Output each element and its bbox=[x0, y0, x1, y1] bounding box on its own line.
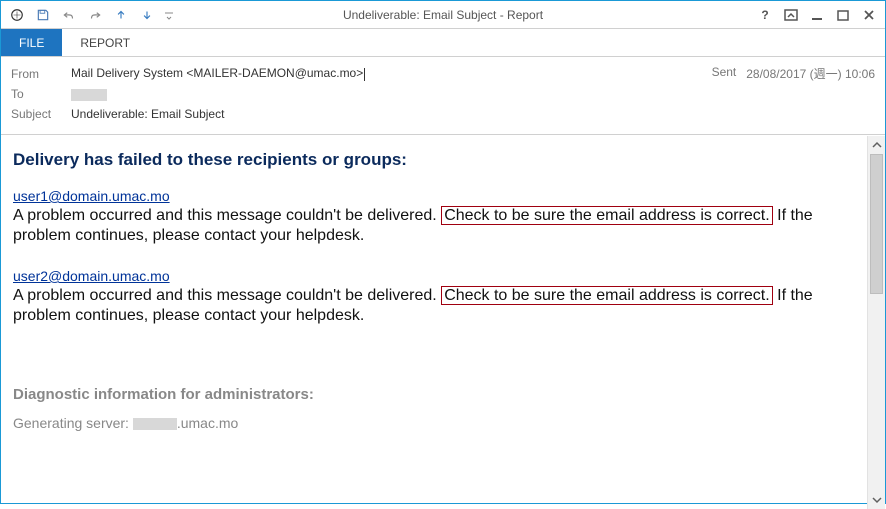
window-controls: ? bbox=[753, 5, 885, 25]
qat-customize-icon[interactable] bbox=[163, 5, 175, 25]
sent-value: 28/08/2017 (週一) 10:06 bbox=[746, 65, 875, 82]
help-icon[interactable]: ? bbox=[753, 5, 777, 25]
scroll-thumb[interactable] bbox=[870, 154, 883, 294]
recipient-block: user1@domain.umac.mo A problem occurred … bbox=[13, 188, 855, 246]
recipient-link[interactable]: user1@domain.umac.mo bbox=[13, 188, 170, 204]
to-label: To bbox=[11, 87, 71, 101]
save-icon[interactable] bbox=[33, 5, 53, 25]
delivery-failed-heading: Delivery has failed to these recipients … bbox=[13, 150, 855, 170]
undo-icon[interactable] bbox=[59, 5, 79, 25]
gen-server-suffix: .umac.mo bbox=[177, 415, 238, 431]
next-item-icon[interactable] bbox=[137, 5, 157, 25]
ribbon-collapse-icon[interactable] bbox=[779, 5, 803, 25]
scroll-track[interactable] bbox=[868, 154, 885, 491]
recipient-link[interactable]: user2@domain.umac.mo bbox=[13, 268, 170, 284]
msg-pre: A problem occurred and this message coul… bbox=[13, 207, 441, 224]
sent-label: Sent bbox=[712, 65, 737, 82]
message-header: From Mail Delivery System <MAILER-DAEMON… bbox=[1, 57, 885, 135]
gen-server-label: Generating server: bbox=[13, 415, 133, 431]
tab-file[interactable]: FILE bbox=[1, 29, 62, 56]
to-value bbox=[71, 87, 107, 101]
minimize-icon[interactable] bbox=[805, 5, 829, 25]
message-body: Delivery has failed to these recipients … bbox=[1, 136, 867, 509]
ribbon-tabs: FILE REPORT bbox=[1, 29, 885, 57]
title-bar: Undeliverable: Email Subject - Report ? bbox=[1, 1, 885, 29]
from-label: From bbox=[11, 67, 71, 81]
scroll-down-icon[interactable] bbox=[868, 491, 885, 509]
app-icon bbox=[7, 5, 27, 25]
prev-item-icon[interactable] bbox=[111, 5, 131, 25]
close-icon[interactable] bbox=[857, 5, 881, 25]
redacted-server bbox=[133, 418, 177, 430]
quick-access-toolbar bbox=[1, 5, 175, 25]
recipient-message: A problem occurred and this message coul… bbox=[13, 206, 855, 246]
subject-label: Subject bbox=[11, 107, 71, 121]
subject-value: Undeliverable: Email Subject bbox=[71, 107, 224, 121]
vertical-scrollbar[interactable] bbox=[867, 136, 885, 509]
recipient-message: A problem occurred and this message coul… bbox=[13, 286, 855, 326]
tab-report[interactable]: REPORT bbox=[62, 29, 148, 56]
maximize-icon[interactable] bbox=[831, 5, 855, 25]
scroll-up-icon[interactable] bbox=[868, 136, 885, 154]
text-cursor bbox=[364, 68, 365, 81]
recipient-block: user2@domain.umac.mo A problem occurred … bbox=[13, 268, 855, 326]
from-value: Mail Delivery System <MAILER-DAEMON@umac… bbox=[71, 66, 365, 80]
diagnostic-heading: Diagnostic information for administrator… bbox=[13, 386, 855, 403]
message-body-container: Delivery has failed to these recipients … bbox=[1, 135, 885, 509]
redo-icon[interactable] bbox=[85, 5, 105, 25]
from-text: Mail Delivery System <MAILER-DAEMON@umac… bbox=[71, 66, 363, 80]
highlighted-advice: Check to be sure the email address is co… bbox=[441, 286, 772, 305]
highlighted-advice: Check to be sure the email address is co… bbox=[441, 206, 772, 225]
redacted-recipient bbox=[71, 89, 107, 101]
msg-pre: A problem occurred and this message coul… bbox=[13, 287, 441, 304]
generating-server-line: Generating server: .umac.mo bbox=[13, 415, 855, 431]
